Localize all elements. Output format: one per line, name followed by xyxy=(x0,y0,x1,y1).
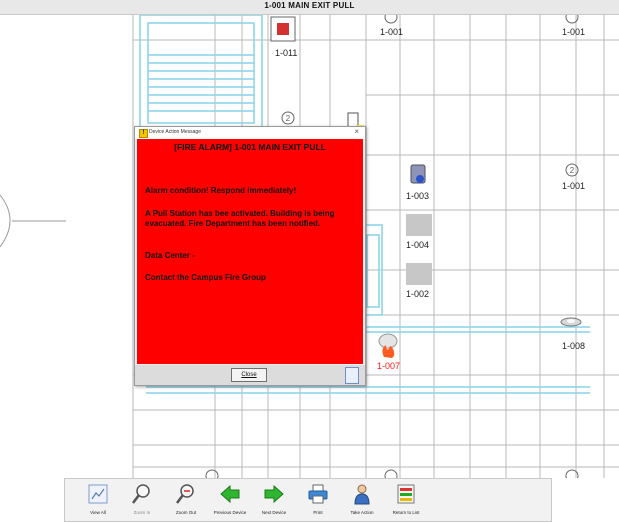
alarm-line-2: A Pull Station has bee activated. Buildi… xyxy=(145,209,335,228)
device-label-1-003[interactable]: 1-003 xyxy=(406,191,429,201)
view-all-button[interactable]: View All xyxy=(77,482,119,518)
zoom-out-icon xyxy=(176,484,194,504)
device-label-1-011[interactable]: 1-011 xyxy=(275,48,297,58)
document-icon[interactable] xyxy=(345,367,359,384)
printer-icon xyxy=(308,484,328,504)
previous-device-button[interactable]: Previous Device xyxy=(209,482,251,518)
return-to-list-button[interactable]: Return to List xyxy=(385,482,427,518)
device-label-1-004[interactable]: 1-004 xyxy=(406,240,429,250)
toolbar: View All Zoom In Zoom Out Previous Devic… xyxy=(64,478,552,522)
alarm-line-1: Alarm condition! Respond immediately! xyxy=(145,186,297,195)
return-to-list-label: Return to List xyxy=(392,510,420,515)
alarm-line-4: Contact the Campus Fire Group xyxy=(145,273,266,282)
view-all-icon xyxy=(88,484,108,504)
person-icon xyxy=(354,484,370,505)
device-label-1-001[interactable]: 1-001 xyxy=(380,27,403,37)
zoom-out-button[interactable]: Zoom Out xyxy=(165,482,207,518)
device-label-1-001-right[interactable]: 1-001 xyxy=(562,27,585,37)
zoom-in-icon xyxy=(132,484,150,504)
close-button[interactable]: Close xyxy=(231,368,267,382)
window-title: 1-001 MAIN EXIT PULL xyxy=(264,1,355,10)
view-all-label: View All xyxy=(90,510,106,515)
svg-text:2: 2 xyxy=(570,166,575,175)
dialog-title: Device Action Message xyxy=(149,129,201,135)
device-label-1-007[interactable]: 1-007 xyxy=(377,361,400,371)
dialog-titlebar[interactable]: ! Device Action Message × xyxy=(135,127,365,139)
zoom-in-label: Zoom In xyxy=(133,510,151,515)
alarm-heading: [FIRE ALARM] 1-001 MAIN EXIT PULL xyxy=(174,142,326,152)
right-arrow-icon xyxy=(264,484,284,504)
print-label: Print xyxy=(313,510,323,515)
dialog-close-icon[interactable]: × xyxy=(354,127,359,136)
device-label-1-002[interactable]: 1-002 xyxy=(406,289,429,299)
window-titlebar: 1-001 MAIN EXIT PULL xyxy=(0,0,619,15)
next-device-button[interactable]: Next Device xyxy=(253,482,295,518)
svg-text:2: 2 xyxy=(286,114,291,123)
left-arrow-icon xyxy=(220,484,240,504)
warning-icon: ! xyxy=(139,129,148,138)
previous-device-label: Previous Device xyxy=(213,510,247,515)
zoom-in-button[interactable]: Zoom In xyxy=(121,482,163,518)
next-device-label: Next Device xyxy=(261,510,287,515)
zoom-out-label: Zoom Out xyxy=(175,510,196,515)
alarm-line-3: Data Center - xyxy=(145,251,195,260)
list-icon xyxy=(397,484,415,504)
dialog-footer: Close xyxy=(135,365,365,385)
alarm-message-panel: [FIRE ALARM] 1-001 MAIN EXIT PULL Alarm … xyxy=(137,139,363,364)
device-label-1-001-mid[interactable]: 1-001 xyxy=(562,181,585,191)
device-action-dialog: ! Device Action Message × [FIRE ALARM] 1… xyxy=(134,126,366,386)
take-action-label: Take Action xyxy=(350,510,374,515)
take-action-button[interactable]: Take Action xyxy=(341,482,383,518)
device-label-1-008[interactable]: 1-008 xyxy=(562,341,585,351)
print-button[interactable]: Print xyxy=(297,482,339,518)
